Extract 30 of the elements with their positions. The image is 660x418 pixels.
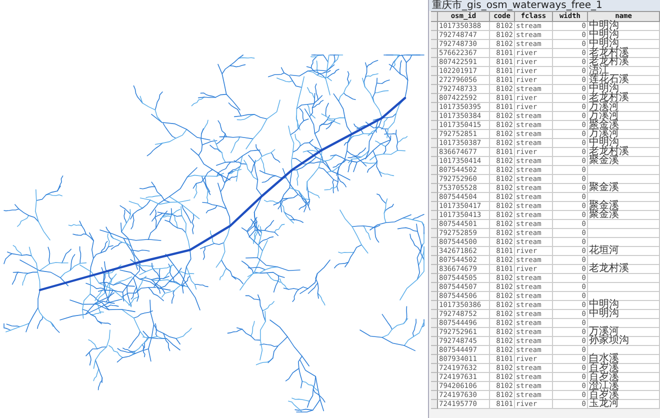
table-cell: 中明沟 xyxy=(588,22,660,31)
table-cell: 百岁溪 xyxy=(588,391,660,400)
table-cell: 百岁溪 xyxy=(588,364,660,373)
table-cell: 万溪河 xyxy=(588,130,660,139)
table-cell: 万溪河 xyxy=(588,112,660,121)
table-cell: 莲花石溪 xyxy=(588,76,660,85)
table-cell: 老龙村溪 xyxy=(588,265,660,274)
table-cell: 老龙村溪 xyxy=(588,94,660,103)
empty-table-cell xyxy=(588,319,660,328)
table-cell: 孙家坝沟 xyxy=(588,337,660,346)
table-cell: 中明沟 xyxy=(588,301,660,310)
empty-table-cell xyxy=(588,166,660,175)
table-cell: 老龙村溪 xyxy=(588,58,660,67)
empty-table-cell xyxy=(588,220,660,229)
table-cell: 老龙村溪 xyxy=(588,49,660,58)
empty-table-cell xyxy=(588,229,660,238)
table-cell: 聚金溪 xyxy=(588,157,660,166)
empty-table-cell xyxy=(588,274,660,283)
table-cell: 百岁溪 xyxy=(588,373,660,382)
table-cell: 花垣河 xyxy=(588,247,660,256)
table-cell: 玉龙河 xyxy=(588,400,660,409)
empty-table-cell xyxy=(588,193,660,202)
table-cell: 聚金溪 xyxy=(588,211,660,220)
table-cell: 万溪河 xyxy=(588,103,660,112)
table-cell: 中明沟 xyxy=(588,31,660,40)
empty-table-cell xyxy=(588,175,660,184)
table-cell: 聚金溪 xyxy=(588,184,660,193)
table-cell: 老龙村溪 xyxy=(588,148,660,157)
table-cell: 中明沟 xyxy=(588,310,660,319)
empty-table-cell xyxy=(588,283,660,292)
